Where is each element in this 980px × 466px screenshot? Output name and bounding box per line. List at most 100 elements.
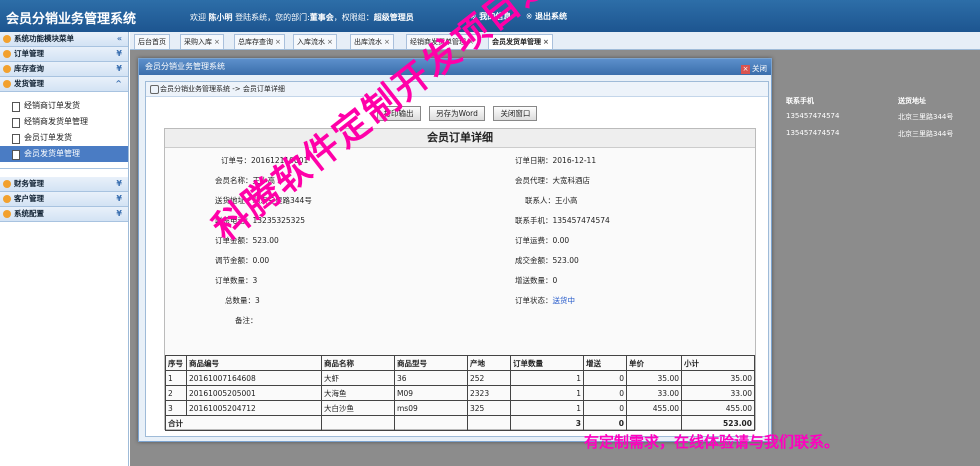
save-word-button[interactable]: 另存为Word — [429, 106, 485, 121]
tab-purchase-in[interactable]: 采购入库 × — [180, 34, 224, 49]
table-row: 3 20161005204712 大白沙鱼 ms09 325 1 0 455.0… — [165, 400, 755, 416]
table-cell: 0 — [583, 370, 627, 386]
header-cell: 订单数量 — [510, 355, 584, 371]
table-cell: 大海鱼 — [321, 385, 395, 401]
close-window-button[interactable]: 关闭窗口 — [493, 106, 538, 121]
table-row: 1 20161007164608 大虾 36 252 1 0 35.00 35.… — [165, 370, 755, 386]
chevron-down-icon: ¥ — [116, 194, 122, 203]
dialog-body: 会员分销业务管理系统 -> 会员订单详细 打印输出 另存为Word 关闭窗口 会… — [145, 81, 769, 437]
close-icon: × — [741, 65, 750, 74]
clock-icon — [3, 80, 11, 88]
total-qty: 3 — [510, 415, 584, 431]
table-cell: 20161005205001 — [186, 385, 322, 401]
table-cell: 1 — [510, 370, 584, 386]
dialog-close-button[interactable]: × 关闭 — [741, 61, 767, 77]
header-cell: 增送 — [583, 355, 627, 371]
table-cell: 252 — [467, 370, 511, 386]
tab-home[interactable]: 后台首页 — [134, 34, 170, 49]
table-cell: 33.00 — [681, 385, 755, 401]
table-cell: 1 — [510, 400, 584, 416]
bg-phone: 135457474574 — [786, 112, 840, 120]
field-total-qty: 总数量：3 — [225, 296, 260, 305]
close-icon[interactable]: × — [214, 38, 220, 46]
chevron-down-icon: ¥ — [116, 49, 122, 58]
document-icon — [12, 150, 20, 160]
col-phone: 联系手机 — [786, 97, 814, 105]
table-cell — [467, 415, 511, 431]
field-mobile: 联系手机：135457474574 — [515, 216, 610, 225]
field-adjust: 调节金额：0.00 — [215, 256, 270, 265]
table-cell — [394, 415, 468, 431]
header-cell: 商品编号 — [186, 355, 322, 371]
table-cell: 36 — [394, 370, 468, 386]
sidebar-item-dealer-ship-manage[interactable]: 经销商发货单管理 — [0, 114, 128, 130]
welcome-prefix: 欢迎 — [190, 13, 206, 22]
chevron-down-icon: ¥ — [116, 64, 122, 73]
table-cell: 大白沙鱼 — [321, 400, 395, 416]
table-cell: 3 — [165, 400, 187, 416]
table-cell: 0 — [583, 385, 627, 401]
bg-address: 北京三里路344号 — [898, 113, 954, 121]
table-cell: 2323 — [467, 385, 511, 401]
clock-icon — [3, 65, 11, 73]
close-icon[interactable]: × — [327, 38, 333, 46]
home-icon — [3, 35, 11, 43]
clock-icon — [3, 50, 11, 58]
header-cell: 单价 — [626, 355, 682, 371]
field-status: 订单状态：送货中 — [515, 296, 575, 305]
header-cell: 小计 — [681, 355, 755, 371]
sidebar-group-finance[interactable]: 财务管理 ¥ — [0, 177, 128, 192]
field-order-date: 订单日期：2016-12-11 — [515, 156, 597, 165]
role-name: 超级管理员 — [373, 13, 414, 22]
table-cell: 325 — [467, 400, 511, 416]
table-cell: M09 — [394, 385, 468, 401]
sidebar-shipping-items: 经销商订单发货 经销商发货单管理 会员订单发货 会员发货单管理 — [0, 92, 128, 169]
close-icon[interactable]: × — [275, 38, 281, 46]
sidebar-group-customer[interactable]: 客户管理 ¥ — [0, 192, 128, 207]
chevron-up-icon: ^ — [115, 79, 122, 88]
table-cell: 1 — [510, 385, 584, 401]
tab-bar: 后台首页 采购入库 × 总库存查询 × 入库流水 × 出库流水 × 经销商发货单管理 × … — [130, 32, 980, 50]
table-total-row: 合计 3 0 523.00 — [165, 415, 755, 431]
col-address: 送货地址 — [898, 97, 926, 105]
table-row: 2 20161005205001 大海鱼 M09 2323 1 0 33.00 … — [165, 385, 755, 401]
table-cell: 455.00 — [681, 400, 755, 416]
tab-stock-query[interactable]: 总库存查询 × — [234, 34, 285, 49]
contact-note: 有定制需求，在线体验请与我们联系。 — [584, 433, 840, 451]
breadcrumb: 会员分销业务管理系统 -> 会员订单详细 — [146, 82, 768, 97]
app-title: 会员分销业务管理系统 — [6, 12, 137, 27]
field-agent: 会员代理：大宽科酒店 — [515, 176, 590, 185]
tab-out-flow[interactable]: 出库流水 × — [350, 34, 394, 49]
field-remark: 备注： — [235, 316, 258, 325]
total-amount: 523.00 — [681, 415, 755, 431]
sidebar-item-member-ship-manage[interactable]: 会员发货单管理 — [0, 146, 128, 162]
tab-in-flow[interactable]: 入库流水 × — [293, 34, 337, 49]
chevron-down-icon: ¥ — [116, 209, 122, 218]
logout-link[interactable]: 退出系统 — [535, 12, 567, 21]
detail-title: 会员订单详细 — [165, 129, 755, 148]
sidebar-group-inventory[interactable]: 库存查询 ¥ — [0, 62, 128, 77]
header-cell: 产地 — [467, 355, 511, 371]
welcome-text: 欢迎 陈小明 登陆系统，您的部门:董事会，权限组：超级管理员 — [190, 12, 414, 23]
field-contact: 联系人：王小高 — [525, 196, 578, 205]
table-cell: 33.00 — [626, 385, 682, 401]
user-name: 陈小明 — [208, 13, 233, 22]
sidebar-item-dealer-order-ship[interactable]: 经销商订单发货 — [0, 98, 128, 114]
close-icon[interactable]: × — [384, 38, 390, 46]
collapse-icon[interactable]: « — [117, 32, 122, 46]
sidebar-group-config[interactable]: 系统配置 ¥ — [0, 207, 128, 222]
header-cell: 商品名称 — [321, 355, 395, 371]
table-cell: 20161005204712 — [186, 400, 322, 416]
table-cell — [626, 415, 682, 431]
sidebar-item-member-order-ship[interactable]: 会员订单发货 — [0, 130, 128, 146]
sidebar-group-orders[interactable]: 订单管理 ¥ — [0, 47, 128, 62]
table-header-row: 序号 商品编号 商品名称 商品型号 产地 订单数量 增送 单价 小计 — [165, 355, 755, 371]
role-prefix: ，权限组： — [333, 13, 374, 22]
total-label: 合计 — [165, 415, 322, 431]
close-icon[interactable]: × — [543, 38, 549, 46]
dialog-title: 会员分销业务管理系统 — [145, 62, 225, 71]
bg-phone: 135457474574 — [786, 129, 840, 137]
table-cell: 0 — [583, 400, 627, 416]
document-icon — [12, 102, 20, 112]
sidebar-group-shipping[interactable]: 发货管理 ^ — [0, 77, 128, 92]
